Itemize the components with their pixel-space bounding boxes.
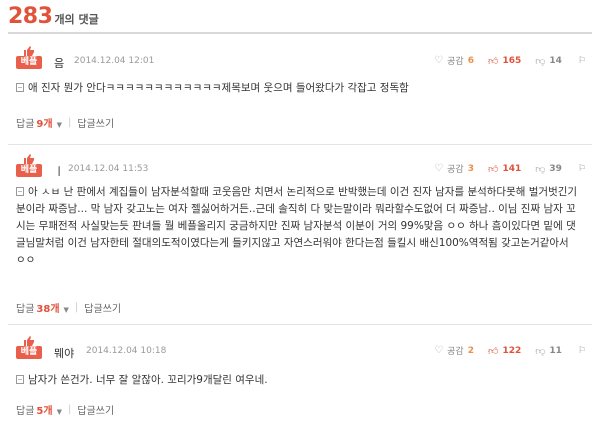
reply-label: 답글 — [16, 119, 35, 130]
agree-count: 6 — [467, 55, 474, 66]
thumbs-up-icon — [24, 336, 34, 346]
reply-toolbar: 답글 38개 ▼ | 답글쓰기 — [16, 300, 121, 315]
agree-count: 3 — [467, 163, 474, 174]
comment-divider — [8, 324, 592, 325]
caret-down-icon: ▼ — [56, 121, 62, 129]
caret-down-icon: ▼ — [56, 408, 62, 416]
thumbs-down-icon: 👎︎ — [535, 163, 546, 175]
best-label: 베플 — [16, 56, 42, 69]
agree-count: 2 — [467, 345, 474, 356]
comment-count: 283 — [8, 4, 53, 29]
comment-item: 베플 뭬야 2014.12.04 10:18 ♡ 공감 2 👍︎ 122 👎︎ … — [8, 328, 592, 424]
header-divider — [8, 32, 592, 34]
best-comment-badge: 베플 — [16, 154, 42, 178]
agree-label: 공감 — [447, 57, 464, 67]
dislike-button[interactable]: 👎︎ 11 — [535, 345, 562, 357]
comment-date: 2014.12.04 12:01 — [74, 56, 155, 66]
memo-icon — [16, 375, 24, 384]
comment-count-header: 283 개의 댓글 — [8, 4, 99, 34]
reply-toggle[interactable]: 답글 5개 ▼ — [16, 402, 62, 417]
best-comment-badge: 베플 — [16, 46, 42, 70]
dislike-button[interactable]: 👎︎ 39 — [535, 163, 562, 175]
agree-label: 공감 — [447, 347, 464, 357]
comment-text: 남자가 쓴건가. 너무 잘 알잖아. 꼬리가9개달린 여우네. — [28, 374, 268, 386]
comment-item: 베플 음 2014.12.04 12:01 ♡ 공감 6 👍︎ 165 👎︎ 1… — [8, 38, 592, 145]
like-button[interactable]: 👍︎ 141 — [488, 163, 521, 175]
comment-author[interactable]: 뭬야 — [54, 345, 74, 361]
reply-label: 답글 — [16, 304, 35, 315]
toolbar-separator: | — [67, 404, 72, 415]
comment-text: 아 ㅅㅂ 난 판에서 계집들이 남자분석할때 코웃음만 치면서 논리적으로 반박… — [16, 186, 578, 266]
memo-icon — [16, 187, 24, 196]
comment-author[interactable]: 음 — [54, 55, 64, 71]
dislike-count: 14 — [549, 55, 562, 66]
reply-label: 답글 — [16, 406, 35, 417]
thumbs-up-icon: 👍︎ — [487, 163, 499, 175]
memo-icon — [16, 83, 24, 92]
comment-date: 2014.12.04 11:53 — [68, 164, 149, 174]
best-comment-badge: 베플 — [16, 336, 42, 360]
best-label: 베플 — [16, 164, 42, 177]
thumbs-down-icon: 👎︎ — [535, 55, 546, 67]
report-icon[interactable]: ⚐ — [578, 56, 586, 66]
comment-body: 아 ㅅㅂ 난 판에서 계집들이 남자분석할때 코웃음만 치면서 논리적으로 반박… — [16, 184, 580, 269]
heart-icon: ♡ — [434, 345, 444, 356]
thumbs-up-icon: 👍︎ — [487, 345, 499, 357]
agree-button[interactable]: ♡ 공감 2 — [434, 344, 474, 357]
toolbar-separator: | — [74, 302, 79, 313]
toolbar-separator: | — [67, 117, 72, 128]
heart-icon: ♡ — [434, 163, 444, 174]
write-reply-link[interactable]: 답글쓰기 — [77, 402, 114, 417]
comment-body: 애 진자 뭔가 안다ㅋㅋㅋㅋㅋㅋㅋㅋㅋㅋㅋㅋ제목보며 웃으며 들어왔다가 각잡고… — [16, 80, 580, 97]
like-button[interactable]: 👍︎ 122 — [488, 345, 521, 357]
agree-button[interactable]: ♡ 공감 3 — [434, 162, 474, 175]
write-reply-link[interactable]: 답글쓰기 — [84, 300, 121, 315]
reply-toggle[interactable]: 답글 38개 ▼ — [16, 300, 69, 315]
reply-count: 5개 — [36, 406, 53, 417]
thumbs-up-icon: 👍︎ — [487, 55, 499, 67]
dislike-button[interactable]: 👎︎ 14 — [535, 55, 562, 67]
comment-divider — [8, 144, 592, 145]
reply-toggle[interactable]: 답글 9개 ▼ — [16, 115, 62, 130]
report-icon[interactable]: ⚐ — [578, 346, 586, 356]
reply-toolbar: 답글 9개 ▼ | 답글쓰기 — [16, 115, 114, 130]
dislike-count: 11 — [549, 345, 562, 356]
dislike-count: 39 — [549, 163, 562, 174]
like-count: 122 — [502, 345, 522, 356]
reply-count: 38개 — [36, 304, 60, 315]
like-button[interactable]: 👍︎ 165 — [488, 55, 521, 67]
thumbs-down-icon: 👎︎ — [535, 345, 546, 357]
report-icon[interactable]: ⚐ — [578, 164, 586, 174]
best-label: 베플 — [16, 346, 42, 359]
comment-text: 애 진자 뭔가 안다ㅋㅋㅋㅋㅋㅋㅋㅋㅋㅋㅋㅋ제목보며 웃으며 들어왔다가 각잡고… — [28, 82, 409, 94]
agree-label: 공감 — [447, 165, 464, 175]
comment-date: 2014.12.04 10:18 — [86, 346, 167, 356]
thumbs-up-icon — [24, 154, 34, 164]
comment-count-label: 개의 댓글 — [54, 13, 99, 26]
like-count: 141 — [502, 163, 522, 174]
heart-icon: ♡ — [434, 55, 444, 66]
agree-button[interactable]: ♡ 공감 6 — [434, 54, 474, 67]
comment-body: 남자가 쓴건가. 너무 잘 알잖아. 꼬리가9개달린 여우네. — [16, 372, 580, 389]
caret-down-icon: ▼ — [63, 306, 69, 314]
reply-toolbar: 답글 5개 ▼ | 답글쓰기 — [16, 402, 114, 417]
comment-item: 베플 ㅣ 2014.12.04 11:53 ♡ 공감 3 👍︎ 141 👎︎ 3… — [8, 146, 592, 325]
comment-author[interactable]: ㅣ — [54, 163, 64, 179]
write-reply-link[interactable]: 답글쓰기 — [77, 115, 114, 130]
like-count: 165 — [502, 55, 522, 66]
reply-count: 9개 — [36, 119, 53, 130]
thumbs-up-icon — [24, 46, 34, 56]
